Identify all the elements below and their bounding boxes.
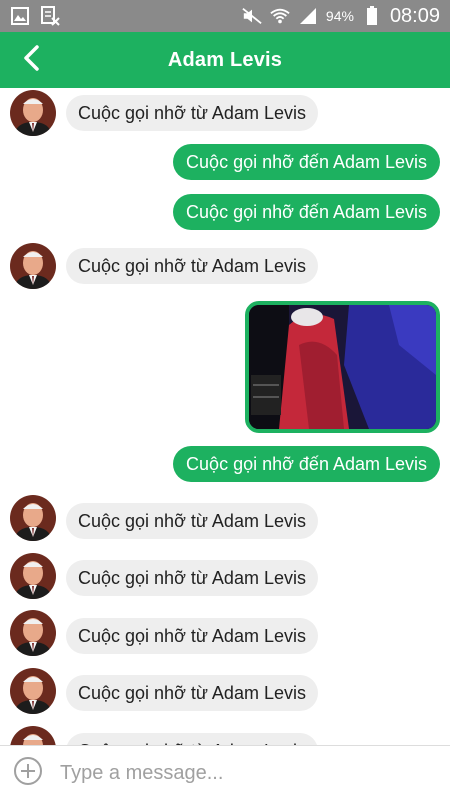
avatar[interactable] bbox=[10, 495, 56, 541]
avatar[interactable] bbox=[10, 726, 56, 745]
message-row-outgoing-image bbox=[0, 301, 450, 433]
incoming-message-bubble[interactable]: Cuộc gọi nhỡ từ Adam Levis bbox=[66, 618, 318, 654]
status-time: 08:09 bbox=[389, 4, 440, 27]
incoming-message-bubble[interactable]: Cuộc gọi nhỡ từ Adam Levis bbox=[66, 733, 318, 745]
avatar[interactable] bbox=[10, 610, 56, 656]
message-row-incoming: Cuộc gọi nhỡ từ Adam Levis bbox=[0, 668, 450, 714]
add-attachment-button[interactable] bbox=[12, 756, 44, 791]
message-row-outgoing: Cuộc gọi nhỡ đến Adam Levis bbox=[0, 194, 450, 230]
outgoing-message-bubble[interactable]: Cuộc gọi nhỡ đến Adam Levis bbox=[173, 194, 440, 230]
message-composer bbox=[0, 745, 450, 800]
message-row-incoming: Cuộc gọi nhỡ từ Adam Levis bbox=[0, 243, 450, 289]
incoming-message-bubble[interactable]: Cuộc gọi nhỡ từ Adam Levis bbox=[66, 675, 318, 711]
battery-percentage: 94% bbox=[325, 8, 354, 24]
page-title: Adam Levis bbox=[167, 48, 283, 71]
avatar[interactable] bbox=[10, 243, 56, 289]
status-bar: 94% 08:09 bbox=[0, 0, 450, 32]
message-row-outgoing: Cuộc gọi nhỡ đến Adam Levis bbox=[0, 446, 450, 482]
incoming-message-bubble[interactable]: Cuộc gọi nhỡ từ Adam Levis bbox=[66, 95, 318, 131]
plus-circle-icon bbox=[13, 756, 43, 791]
mute-icon bbox=[242, 6, 262, 26]
message-row-outgoing: Cuộc gọi nhỡ đến Adam Levis bbox=[0, 144, 450, 180]
message-row-incoming: Cuộc gọi nhỡ từ Adam Levis bbox=[0, 553, 450, 599]
wifi-icon bbox=[270, 6, 290, 26]
document-notification-icon bbox=[40, 6, 60, 26]
chevron-left-icon bbox=[21, 44, 43, 77]
incoming-message-bubble[interactable]: Cuộc gọi nhỡ từ Adam Levis bbox=[66, 503, 318, 539]
avatar[interactable] bbox=[10, 90, 56, 136]
avatar[interactable] bbox=[10, 668, 56, 714]
gallery-notification-icon bbox=[10, 6, 30, 26]
signal-icon bbox=[298, 6, 318, 26]
app-bar: Adam Levis bbox=[0, 32, 450, 88]
message-row-incoming: Cuộc gọi nhỡ từ Adam Levis bbox=[0, 90, 450, 136]
image-message[interactable] bbox=[245, 301, 440, 433]
battery-icon bbox=[362, 6, 382, 26]
message-list[interactable]: Cuộc gọi nhỡ từ Adam Levis Cuộc gọi nhỡ … bbox=[0, 88, 450, 745]
avatar[interactable] bbox=[10, 553, 56, 599]
outgoing-message-bubble[interactable]: Cuộc gọi nhỡ đến Adam Levis bbox=[173, 446, 440, 482]
status-left-icons bbox=[10, 6, 60, 26]
outgoing-message-bubble[interactable]: Cuộc gọi nhỡ đến Adam Levis bbox=[173, 144, 440, 180]
back-button[interactable] bbox=[12, 40, 52, 80]
message-row-incoming: Cuộc gọi nhỡ từ Adam Levis bbox=[0, 610, 450, 656]
incoming-message-bubble[interactable]: Cuộc gọi nhỡ từ Adam Levis bbox=[66, 560, 318, 596]
message-row-incoming: Cuộc gọi nhỡ từ Adam Levis bbox=[0, 495, 450, 541]
status-right-icons: 94% 08:09 bbox=[242, 5, 440, 28]
message-row-incoming: Cuộc gọi nhỡ từ Adam Levis bbox=[0, 726, 450, 745]
message-input[interactable] bbox=[60, 755, 420, 791]
incoming-message-bubble[interactable]: Cuộc gọi nhỡ từ Adam Levis bbox=[66, 248, 318, 284]
